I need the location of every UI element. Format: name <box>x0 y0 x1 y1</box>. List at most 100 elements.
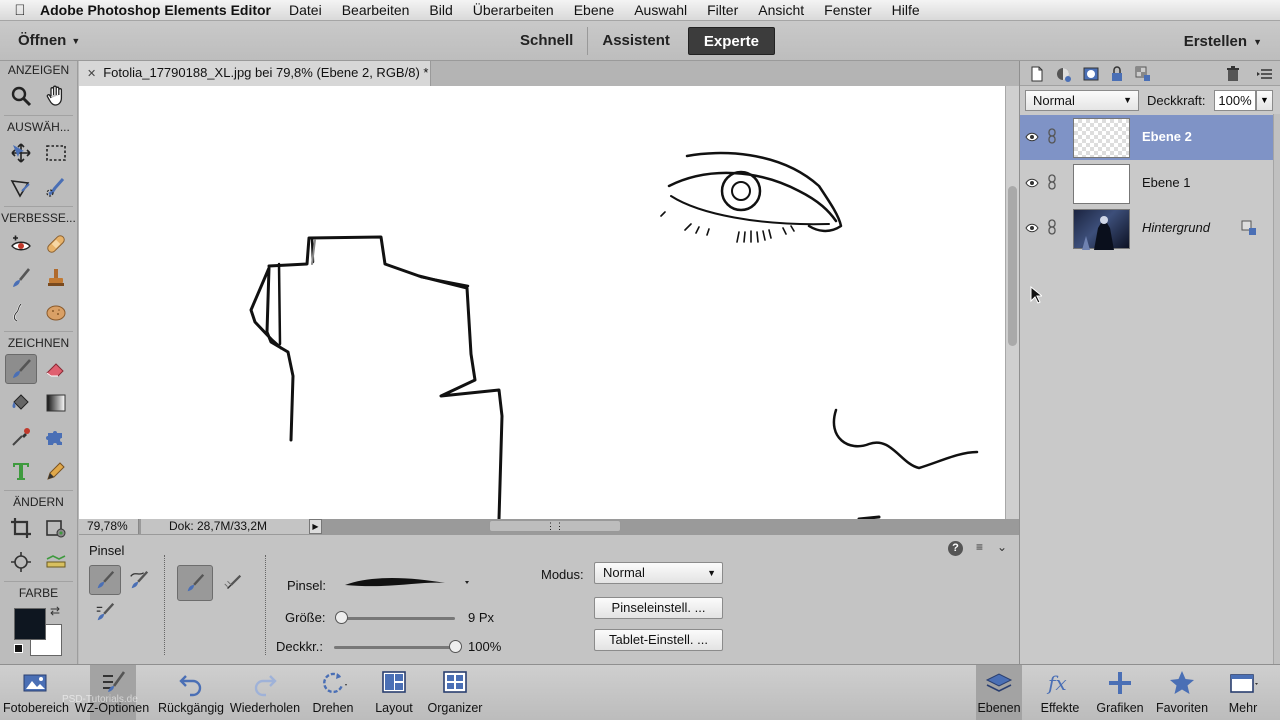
layout-button[interactable]: Layout <box>370 665 418 720</box>
help-icon[interactable]: ? <box>948 541 963 556</box>
layer-mask-icon[interactable] <box>1082 65 1100 83</box>
marquee-tool[interactable] <box>40 138 72 168</box>
sponge-tool[interactable] <box>40 297 72 327</box>
menu-fenster[interactable]: Fenster <box>824 2 871 18</box>
layer-row-hintergrund[interactable]: Hintergrund <box>1020 206 1273 251</box>
menu-datei[interactable]: Datei <box>289 2 322 18</box>
lock-transparency-icon[interactable] <box>1134 65 1152 83</box>
trash-icon[interactable] <box>1224 65 1242 83</box>
zoom-tool[interactable] <box>5 81 37 111</box>
graphics-button[interactable]: Grafiken <box>1094 665 1146 720</box>
custom-shape-tool[interactable] <box>40 422 72 452</box>
layer-opacity-dropdown[interactable]: ▼ <box>1256 90 1273 111</box>
mode-assistent[interactable]: Assistent <box>590 27 682 55</box>
undo-button[interactable]: Rückgängig <box>157 665 225 720</box>
photo-bin-button[interactable]: Fotobereich <box>2 665 70 720</box>
favorites-button[interactable]: Favoriten <box>1152 665 1212 720</box>
adjustment-layer-icon[interactable] <box>1054 65 1072 83</box>
document-tab[interactable]: ✕ Fotolia_17790188_XL.jpg bei 79,8% (Eben… <box>79 61 431 86</box>
straighten-tool[interactable] <box>40 547 72 577</box>
layer-opacity-input[interactable]: 100% <box>1214 90 1256 111</box>
brush-preset-button[interactable] <box>177 565 213 601</box>
menu-hilfe[interactable]: Hilfe <box>892 2 920 18</box>
visibility-eye-icon[interactable] <box>1025 176 1039 190</box>
rotate-button[interactable]: Drehen <box>308 665 358 720</box>
opacity-slider-knob[interactable] <box>449 640 462 653</box>
effects-button[interactable]: fx Effekte <box>1036 665 1084 720</box>
organizer-button[interactable]: Organizer <box>424 665 486 720</box>
healing-brush-tool[interactable] <box>40 229 72 259</box>
foreground-color-swatch[interactable] <box>14 608 46 640</box>
paint-bucket-tool[interactable] <box>5 388 37 418</box>
link-icon[interactable] <box>1047 173 1057 191</box>
status-menu-arrow-icon[interactable]: ▶ <box>309 519 322 534</box>
more-button[interactable]: Mehr <box>1222 665 1264 720</box>
panel-menu-icon[interactable]: ≡ <box>976 540 983 554</box>
link-icon[interactable] <box>1047 218 1057 236</box>
visibility-eye-icon[interactable] <box>1025 221 1039 235</box>
pencil-tool[interactable] <box>40 456 72 486</box>
vertical-scrollbar[interactable] <box>1005 86 1019 519</box>
color-replacement-button[interactable] <box>89 597 121 627</box>
layers-scrollbar[interactable] <box>1273 114 1280 664</box>
lasso-tool[interactable] <box>5 172 37 202</box>
menu-ansicht[interactable]: Ansicht <box>758 2 804 18</box>
size-slider-knob[interactable] <box>335 611 348 624</box>
clone-stamp-tool[interactable] <box>40 263 72 293</box>
mode-schnell[interactable]: Schnell <box>508 27 585 55</box>
crop-tool[interactable] <box>5 513 37 543</box>
mode-experte[interactable]: Experte <box>687 27 775 55</box>
collapse-icon[interactable]: ⌄ <box>997 540 1007 554</box>
red-eye-tool[interactable] <box>5 229 37 259</box>
opacity-slider-track[interactable] <box>334 646 455 649</box>
eyedropper-tool[interactable] <box>5 422 37 452</box>
new-layer-icon[interactable] <box>1028 65 1046 83</box>
apple-icon[interactable]:  <box>0 2 40 19</box>
vertical-scroll-thumb[interactable] <box>1008 186 1017 346</box>
panel-menu-icon[interactable] <box>1256 65 1274 83</box>
content-aware-move-tool[interactable] <box>5 547 37 577</box>
brush-mode-button[interactable] <box>89 565 121 595</box>
menu-filter[interactable]: Filter <box>707 2 738 18</box>
menu-bearbeiten[interactable]: Bearbeiten <box>342 2 410 18</box>
recompose-tool[interactable] <box>40 513 72 543</box>
lock-icon[interactable] <box>1108 65 1126 83</box>
brush-settings-button[interactable]: Pinseleinstell. ... <box>594 597 723 619</box>
create-button[interactable]: Erstellen ▼ <box>1184 33 1262 50</box>
layers-panel-button[interactable]: Ebenen <box>976 665 1022 720</box>
blur-tool[interactable] <box>5 297 37 327</box>
layer-blend-mode-dropdown[interactable]: Normal ▼ <box>1025 90 1139 111</box>
menu-auswahl[interactable]: Auswahl <box>634 2 687 18</box>
layer-row-ebene-1[interactable]: Ebene 1 <box>1020 161 1273 206</box>
visibility-eye-icon[interactable] <box>1025 130 1039 144</box>
blend-mode-dropdown[interactable]: Normal ▼ <box>594 562 723 584</box>
menu-ueberarbeiten[interactable]: Überarbeiten <box>473 2 554 18</box>
eraser-tool[interactable] <box>40 354 72 384</box>
zoom-level[interactable]: 79,78% <box>79 519 139 534</box>
gradient-tool[interactable] <box>40 388 72 418</box>
layer-row-ebene-2[interactable]: Ebene 2 <box>1020 115 1273 160</box>
image-canvas[interactable] <box>79 86 1005 519</box>
text-tool[interactable] <box>5 456 37 486</box>
default-colors-icon[interactable] <box>14 644 23 653</box>
swap-colors-icon[interactable]: ⇄ <box>50 604 60 618</box>
airbrush-button[interactable] <box>217 568 249 598</box>
menu-ebene[interactable]: Ebene <box>574 2 614 18</box>
size-slider-track[interactable] <box>341 617 455 620</box>
redo-button[interactable]: Wiederholen <box>229 665 301 720</box>
app-name[interactable]: Adobe Photoshop Elements Editor <box>40 2 271 18</box>
quick-selection-tool[interactable] <box>40 172 72 202</box>
tablet-settings-button[interactable]: Tablet-Einstell. ... <box>594 629 723 651</box>
smart-brush-tool[interactable] <box>5 263 37 293</box>
hand-tool[interactable] <box>40 81 72 111</box>
brush-tool[interactable] <box>5 354 38 384</box>
brush-preview[interactable] <box>341 573 471 595</box>
impressionist-brush-button[interactable] <box>123 565 155 595</box>
move-tool[interactable] <box>5 138 37 168</box>
menu-bild[interactable]: Bild <box>429 2 452 18</box>
link-icon[interactable] <box>1047 127 1057 145</box>
tool-options-button[interactable]: WZ-Optionen <box>75 665 149 720</box>
open-button[interactable]: Öffnen ▼ <box>18 32 80 49</box>
horizontal-scroll-thumb[interactable]: ⋮⋮ <box>489 520 621 532</box>
close-icon[interactable]: ✕ <box>87 68 96 80</box>
